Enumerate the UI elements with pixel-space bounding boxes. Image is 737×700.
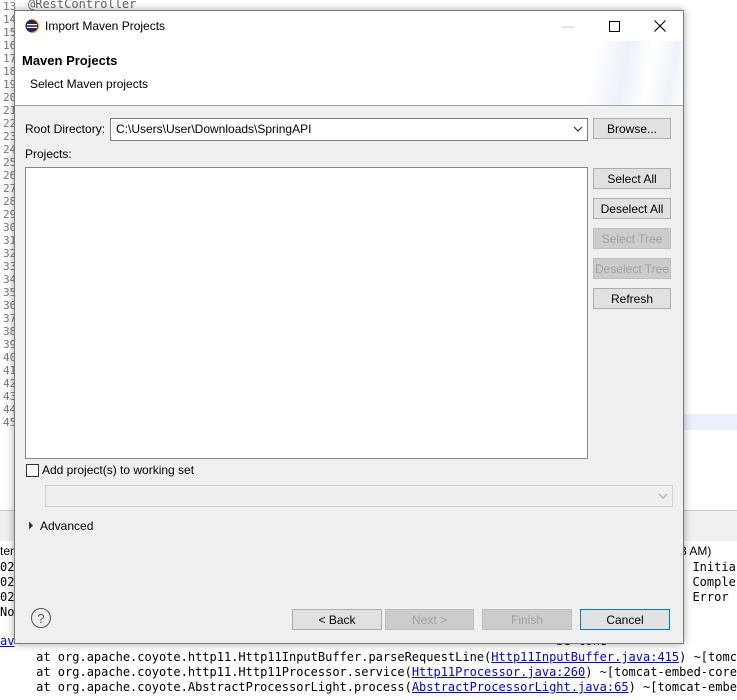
deselect-all-button[interactable]: Deselect All <box>593 198 671 219</box>
back-button[interactable]: < Back <box>292 609 382 630</box>
next-button[interactable]: Next > <box>385 609 474 630</box>
select-tree-button[interactable]: Select Tree <box>593 228 671 249</box>
page-title: Maven Projects <box>22 53 118 68</box>
root-directory-combo[interactable]: C:\Users\User\Downloads\SpringAPI <box>110 118 588 141</box>
working-set-combo[interactable] <box>45 485 673 507</box>
eclipse-icon <box>25 19 39 33</box>
trace-link[interactable]: Http11InputBuffer.java:415 <box>491 650 679 664</box>
browse-button[interactable]: Browse... <box>593 118 671 139</box>
select-all-button[interactable]: Select All <box>593 168 671 189</box>
console-line: : Comple <box>678 575 736 589</box>
maximize-button[interactable] <box>591 11 637 41</box>
chevron-down-icon <box>658 493 668 499</box>
finish-button[interactable]: Finish <box>482 609 572 630</box>
advanced-section-toggle[interactable]: Advanced <box>40 519 93 533</box>
wizard-header: Maven Projects Select Maven projects <box>15 41 683 106</box>
help-icon[interactable]: ? <box>31 608 51 628</box>
console-title: ter <box>0 544 15 558</box>
working-set-label: Add project(s) to working set <box>42 463 195 477</box>
trace-line: at org.apache.coyote.http11.Http11InputB… <box>0 650 737 664</box>
trace-line: at org.apache.coyote.http11.Http11Proces… <box>0 665 737 679</box>
console-line: 02 <box>0 575 15 589</box>
minimize-button[interactable]: — <box>545 11 591 41</box>
cancel-button[interactable]: Cancel <box>580 609 670 630</box>
console-line: : Initia <box>678 560 736 574</box>
projects-tree[interactable] <box>25 167 588 459</box>
console-time: 3 AM) <box>680 544 712 558</box>
title-bar[interactable]: Import Maven Projects — <box>15 11 683 41</box>
root-directory-label: Root Directory: <box>25 122 106 136</box>
console-line: 02 <box>0 560 15 574</box>
import-maven-dialog: Import Maven Projects — Maven Projects S… <box>14 10 684 644</box>
trace-line: at org.apache.coyote.AbstractProcessorLi… <box>0 680 737 694</box>
refresh-button[interactable]: Refresh <box>593 288 671 309</box>
dialog-title: Import Maven Projects <box>45 19 166 33</box>
current-line-highlight <box>683 414 737 430</box>
trace-link[interactable]: AbstractProcessorLight.java:65 <box>412 680 629 694</box>
page-subtitle: Select Maven projects <box>30 77 149 91</box>
console-line: No <box>0 605 15 619</box>
root-directory-value: C:\Users\User\Downloads\SpringAPI <box>116 122 312 136</box>
header-banner-graphic <box>533 41 683 105</box>
console-line: : Error <box>678 590 736 604</box>
close-button[interactable] <box>637 11 683 41</box>
maximize-icon <box>608 20 620 32</box>
close-icon <box>654 20 666 32</box>
working-set-checkbox[interactable] <box>26 464 39 477</box>
projects-label: Projects: <box>25 147 72 161</box>
console-line: 02 <box>0 590 15 604</box>
deselect-tree-button[interactable]: Deselect Tree <box>593 258 671 279</box>
expand-arrow-icon[interactable] <box>28 521 34 530</box>
trace-link[interactable]: av <box>0 634 14 648</box>
chevron-down-icon <box>573 126 583 132</box>
trace-link[interactable]: Http11Processor.java:260 <box>412 665 585 679</box>
